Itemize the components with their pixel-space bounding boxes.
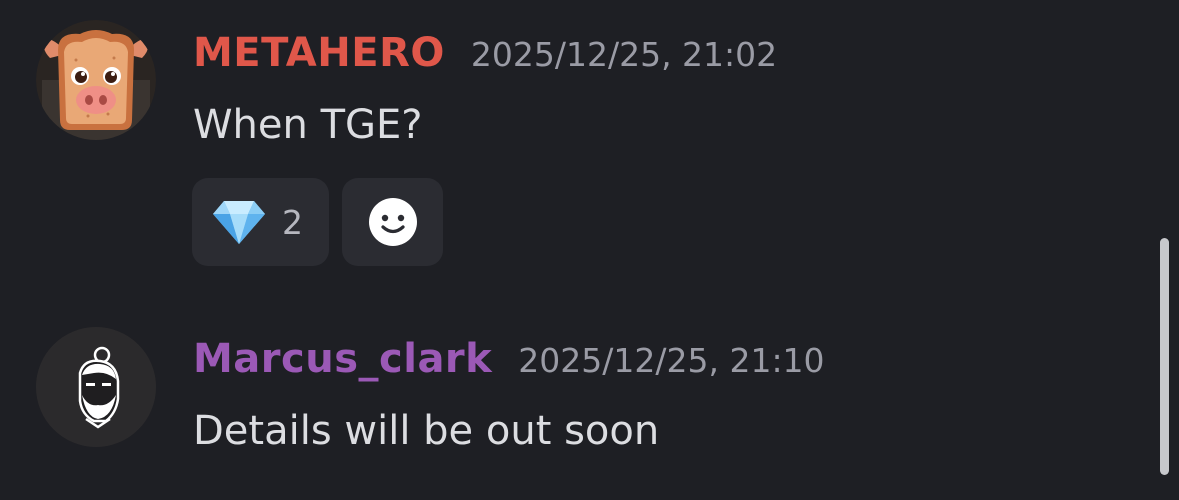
message-text: Details will be out soon [193, 408, 660, 454]
scrollbar[interactable] [1160, 238, 1169, 475]
reaction-gem[interactable]: 2 [192, 178, 329, 266]
message-header: METAHERO 2025/12/25, 21:02 [193, 30, 777, 76]
timestamp: 2025/12/25, 21:10 [518, 341, 825, 380]
timestamp: 2025/12/25, 21:02 [470, 35, 778, 74]
reaction-bar: 2 [192, 178, 443, 266]
avatar[interactable] [36, 327, 156, 447]
add-reaction-button[interactable] [342, 178, 443, 266]
avatar[interactable] [36, 20, 156, 140]
bearded-man-avatar [36, 327, 156, 447]
smiley-icon [368, 198, 417, 246]
message-item: METAHERO 2025/12/25, 21:02 When TGE? 2 [0, 0, 1140, 300]
chat-view: METAHERO 2025/12/25, 21:02 When TGE? 2 M… [0, 0, 1179, 500]
username[interactable]: METAHERO [193, 30, 445, 76]
pig-toast-avatar [36, 20, 156, 140]
message-item: Marcus_clark 2025/12/25, 21:10 Details w… [0, 320, 1140, 490]
message-header: Marcus_clark 2025/12/25, 21:10 [193, 336, 825, 382]
reaction-count: 2 [282, 202, 303, 242]
message-text: When TGE? [193, 102, 423, 148]
username[interactable]: Marcus_clark [193, 336, 492, 382]
gem-icon [213, 201, 265, 244]
